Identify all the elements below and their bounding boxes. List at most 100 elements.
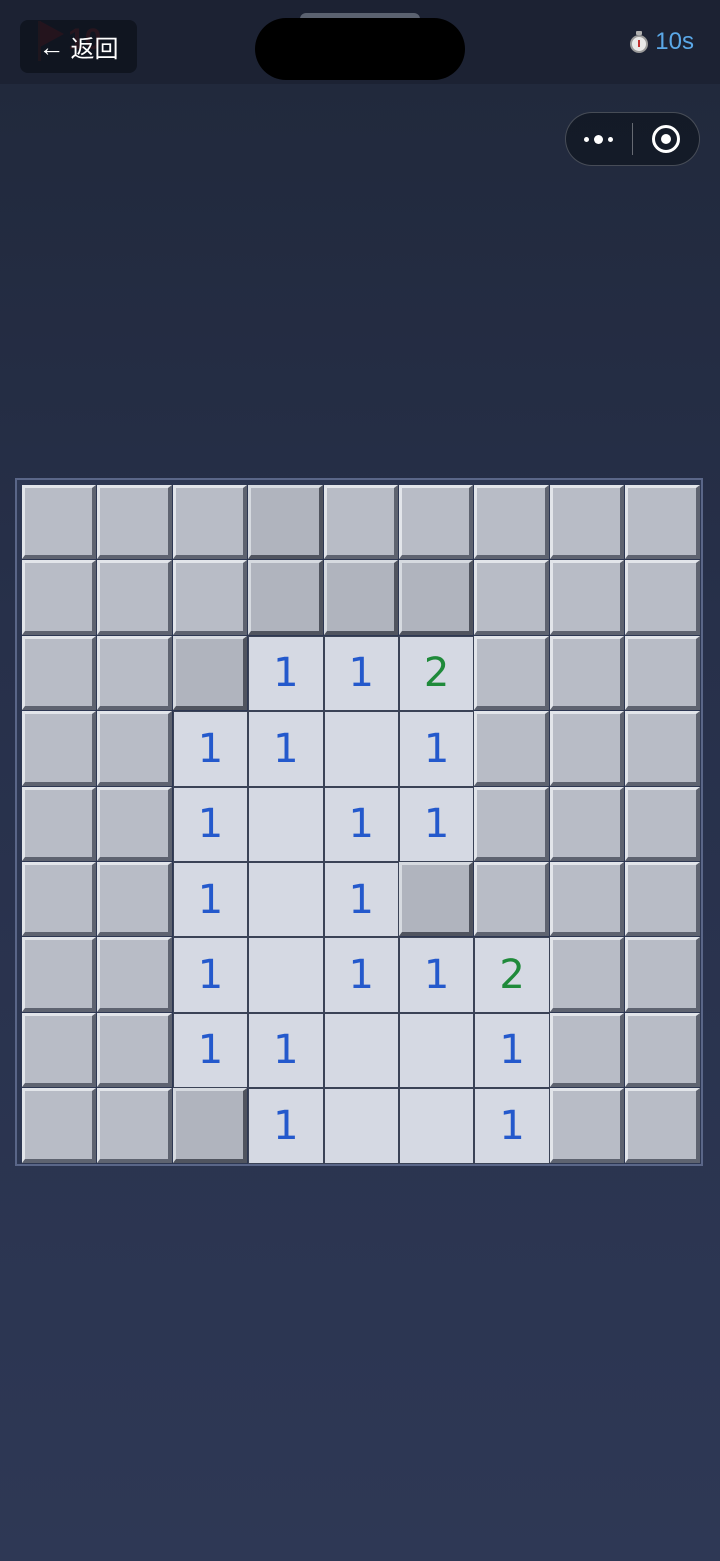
cell-hidden-r1-c8[interactable]	[625, 560, 700, 635]
cell-open-r4-c5[interactable]: 1	[398, 786, 475, 862]
cell-open-r5-c3[interactable]	[248, 861, 324, 938]
cell-hidden-r1-c2[interactable]	[172, 560, 248, 635]
cell-open-r6-c2[interactable]: 1	[172, 937, 249, 1013]
miniprogram-capsule	[565, 112, 700, 166]
more-icon[interactable]	[566, 113, 632, 165]
cell-open-r7-c2[interactable]: 1	[172, 1012, 249, 1089]
cell-hidden-r1-c3[interactable]	[248, 560, 323, 635]
cell-hidden-r1-c0[interactable]	[22, 560, 97, 635]
cell-hidden-r5-c8[interactable]	[625, 861, 700, 937]
cell-hidden-r5-c0[interactable]	[22, 861, 97, 937]
cell-open-r3-c2[interactable]: 1	[172, 711, 249, 787]
cell-hidden-r8-c0[interactable]	[22, 1088, 97, 1163]
board-grid: 1 1 2 1 1 1 1 1 1 1 1 1 1 1 2 1 1 1 1 1	[22, 485, 700, 1164]
cell-hidden-r0-c5[interactable]	[398, 485, 474, 560]
cell-hidden-r6-c8[interactable]	[625, 937, 700, 1012]
cell-hidden-r5-c5[interactable]	[398, 861, 474, 937]
cell-hidden-r1-c6[interactable]	[474, 560, 549, 635]
cell-hidden-r2-c6[interactable]	[474, 635, 549, 711]
cell-open-r5-c2[interactable]: 1	[172, 861, 249, 938]
cell-open-r8-c6[interactable]: 1	[474, 1088, 550, 1164]
cell-hidden-r0-c4[interactable]	[323, 485, 398, 560]
cell-open-r3-c5[interactable]: 1	[398, 711, 475, 787]
cell-hidden-r4-c6[interactable]	[474, 786, 549, 861]
cell-open-r7-c6[interactable]: 1	[474, 1012, 550, 1089]
cell-hidden-r0-c0[interactable]	[22, 485, 97, 560]
target-icon[interactable]	[633, 113, 700, 165]
back-button[interactable]: ← 返回	[20, 20, 137, 73]
cell-number: 1	[423, 952, 450, 999]
cell-hidden-r1-c4[interactable]	[323, 560, 398, 635]
cell-hidden-r1-c5[interactable]	[398, 560, 474, 635]
cell-hidden-r2-c7[interactable]	[549, 635, 625, 711]
cell-hidden-r5-c1[interactable]	[97, 861, 172, 937]
cell-number: 1	[348, 876, 374, 923]
cell-hidden-r3-c0[interactable]	[22, 711, 97, 786]
cell-number: 1	[348, 952, 374, 999]
cell-number: 1	[197, 1027, 224, 1074]
cell-hidden-r7-c8[interactable]	[625, 1012, 700, 1088]
cell-number: 1	[273, 1102, 299, 1149]
cell-hidden-r0-c8[interactable]	[625, 485, 700, 560]
cell-hidden-r0-c2[interactable]	[172, 485, 248, 560]
cell-hidden-r4-c7[interactable]	[549, 786, 625, 861]
cell-open-r2-c3[interactable]: 1	[248, 635, 324, 712]
cell-number: 1	[423, 725, 450, 772]
cell-hidden-r7-c1[interactable]	[97, 1012, 172, 1088]
cell-open-r6-c4[interactable]: 1	[323, 937, 399, 1013]
cell-hidden-r3-c8[interactable]	[625, 711, 700, 786]
cell-open-r4-c2[interactable]: 1	[172, 786, 249, 862]
cell-open-r7-c3[interactable]: 1	[248, 1012, 324, 1089]
cell-hidden-r3-c7[interactable]	[549, 711, 625, 786]
cell-hidden-r0-c6[interactable]	[474, 485, 549, 560]
cell-hidden-r5-c6[interactable]	[474, 861, 549, 937]
cell-hidden-r2-c2[interactable]	[172, 635, 248, 711]
cell-open-r6-c6[interactable]: 2	[474, 937, 550, 1013]
cell-hidden-r3-c6[interactable]	[474, 711, 549, 786]
cell-hidden-r2-c0[interactable]	[22, 635, 97, 711]
cell-open-r4-c4[interactable]: 1	[323, 786, 399, 862]
cell-open-r8-c3[interactable]: 1	[248, 1088, 324, 1164]
cell-hidden-r6-c0[interactable]	[22, 937, 97, 1012]
cell-open-r5-c4[interactable]: 1	[323, 861, 399, 938]
cell-open-r8-c5[interactable]	[398, 1088, 475, 1164]
cell-hidden-r0-c3[interactable]	[248, 485, 323, 560]
cell-hidden-r4-c1[interactable]	[97, 786, 172, 861]
cell-open-r6-c5[interactable]: 1	[398, 937, 475, 1013]
cell-open-r2-c5[interactable]: 2	[398, 635, 475, 712]
cell-hidden-r8-c1[interactable]	[97, 1088, 172, 1163]
stopwatch-icon	[629, 31, 649, 53]
cell-open-r3-c4[interactable]	[323, 711, 399, 787]
cell-hidden-r5-c7[interactable]	[549, 861, 625, 937]
cell-hidden-r4-c8[interactable]	[625, 786, 700, 861]
cell-number: 1	[197, 876, 224, 923]
cell-hidden-r4-c0[interactable]	[22, 786, 97, 861]
cell-hidden-r7-c7[interactable]	[549, 1012, 625, 1088]
cell-hidden-r8-c8[interactable]	[625, 1088, 700, 1163]
cell-open-r7-c5[interactable]	[398, 1012, 475, 1089]
cell-number: 1	[273, 725, 299, 772]
cell-hidden-r0-c1[interactable]	[97, 485, 172, 560]
cell-open-r3-c3[interactable]: 1	[248, 711, 324, 787]
cell-number: 1	[273, 650, 299, 697]
dynamic-island	[255, 18, 465, 80]
cell-hidden-r1-c1[interactable]	[97, 560, 172, 635]
cell-open-r6-c3[interactable]	[248, 937, 324, 1013]
cell-hidden-r0-c7[interactable]	[549, 485, 625, 560]
cell-hidden-r8-c7[interactable]	[549, 1088, 625, 1163]
cell-open-r4-c3[interactable]	[248, 786, 324, 862]
cell-hidden-r6-c7[interactable]	[549, 937, 625, 1012]
cell-hidden-r8-c2[interactable]	[172, 1088, 248, 1163]
cell-hidden-r1-c7[interactable]	[549, 560, 625, 635]
top-bar: 10 ← 返回 10s	[0, 0, 720, 84]
cell-hidden-r7-c0[interactable]	[22, 1012, 97, 1088]
cell-number: 1	[423, 801, 450, 848]
cell-hidden-r2-c1[interactable]	[97, 635, 172, 711]
cell-number: 1	[348, 650, 374, 697]
cell-hidden-r3-c1[interactable]	[97, 711, 172, 786]
cell-hidden-r6-c1[interactable]	[97, 937, 172, 1012]
cell-open-r7-c4[interactable]	[323, 1012, 399, 1089]
cell-open-r2-c4[interactable]: 1	[323, 635, 399, 712]
cell-open-r8-c4[interactable]	[323, 1088, 399, 1164]
cell-hidden-r2-c8[interactable]	[625, 635, 700, 711]
